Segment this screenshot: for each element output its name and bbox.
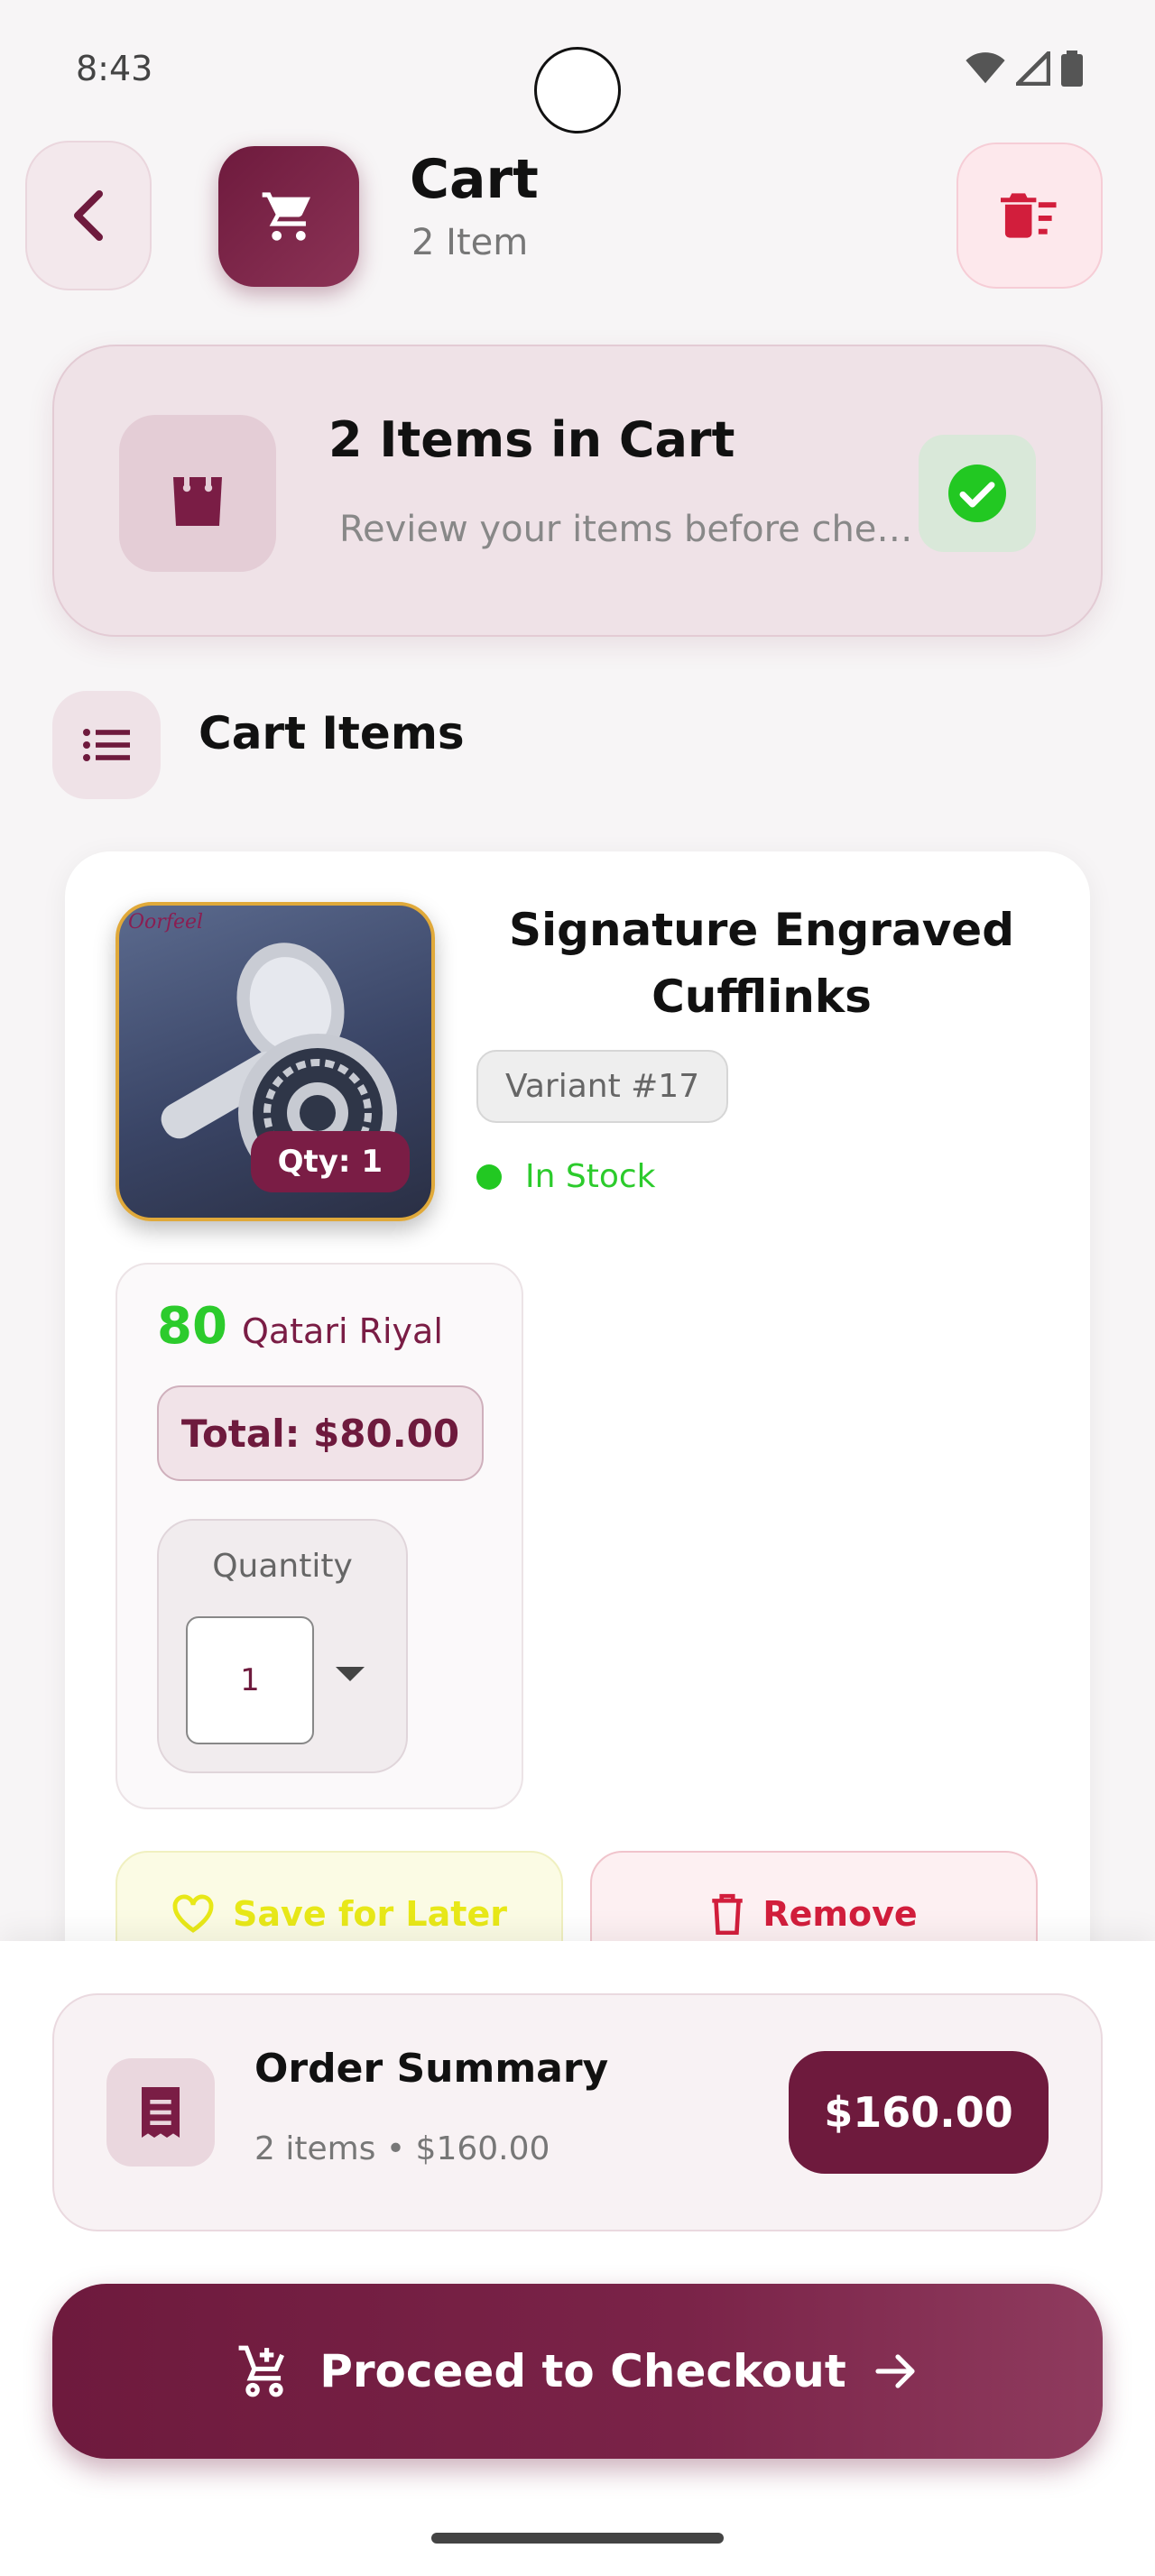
quantity-control: Quantity 1 [157, 1519, 408, 1773]
image-brand-watermark: Oorfeel [128, 911, 204, 934]
quantity-select[interactable]: 1 [186, 1616, 314, 1744]
page-subtitle: 2 Item [411, 222, 529, 263]
qty-badge: Qty: 1 [250, 1131, 410, 1192]
receipt-icon [142, 2087, 180, 2138]
arrow-right-icon [875, 2354, 915, 2388]
remove-label: Remove [762, 1894, 918, 1934]
dropdown-arrow-icon[interactable] [336, 1667, 365, 1681]
list-icon [83, 729, 130, 761]
cart-item-card: Oorfeel Qty: 1 Signature Engraved Cuffli… [65, 851, 1090, 2024]
stock-dot [476, 1164, 502, 1190]
currency-label: Qatari Riyal [241, 1311, 443, 1351]
status-bar: 8:43 [0, 0, 1155, 135]
signal-icon [1016, 51, 1050, 86]
page-title: Cart [410, 148, 539, 211]
checkout-label: Proceed to Checkout [319, 2345, 846, 2397]
shopping-cart-icon [262, 192, 310, 241]
list-badge [52, 691, 161, 799]
check-circle-icon [948, 465, 1006, 522]
banner-title: 2 Items in Cart [328, 411, 735, 468]
status-time: 8:43 [76, 49, 153, 88]
order-total-badge: $160.00 [789, 2051, 1049, 2174]
product-name[interactable]: Signature Engraved Cufflinks [473, 897, 1050, 1030]
proceed-to-checkout-button[interactable]: Proceed to Checkout [52, 2284, 1103, 2459]
receipt-badge [106, 2058, 215, 2167]
check-badge [919, 435, 1036, 552]
bag-badge [119, 415, 276, 572]
product-image[interactable]: Oorfeel Qty: 1 [116, 902, 435, 1221]
shopping-bag-icon [173, 461, 222, 526]
back-button[interactable] [25, 141, 152, 290]
app-header: Cart 2 Item [0, 135, 1155, 298]
chevron-left-icon [74, 190, 103, 241]
add-shopping-cart-icon [238, 2345, 285, 2397]
stock-status: In Stock [476, 1158, 656, 1195]
section-title: Cart Items [199, 707, 465, 759]
order-summary-title: Order Summary [254, 2046, 609, 2092]
price-row: 80 Qatari Riyal [157, 1297, 443, 1356]
quantity-label: Quantity [212, 1548, 353, 1585]
order-summary-subtitle: 2 items • $160.00 [254, 2130, 550, 2167]
line-total: Total: $80.00 [157, 1385, 484, 1481]
battery-icon [1061, 51, 1083, 87]
system-icons [966, 51, 1083, 87]
banner-subtitle: Review your items before checkout [339, 509, 917, 550]
delete-sweep-icon [1001, 193, 1057, 238]
checkout-sheet: Order Summary 2 items • $160.00 $160.00 … [0, 1941, 1155, 2576]
trash-icon [712, 1893, 744, 1935]
unit-price: 80 [157, 1297, 227, 1356]
stock-label: In Stock [525, 1158, 656, 1195]
camera-cutout [534, 47, 621, 133]
home-indicator[interactable] [431, 2533, 724, 2544]
wifi-icon [966, 52, 1005, 84]
cart-summary-banner: 2 Items in Cart Review your items before… [52, 345, 1103, 637]
variant-chip: Variant #17 [476, 1050, 729, 1123]
cart-badge [218, 146, 359, 287]
clear-cart-button[interactable] [956, 143, 1103, 289]
heart-icon [172, 1894, 214, 1933]
price-panel: 80 Qatari Riyal Total: $80.00 Quantity 1 [116, 1263, 523, 1809]
save-for-later-label: Save for Later [233, 1894, 507, 1934]
order-summary-card: Order Summary 2 items • $160.00 $160.00 [52, 1993, 1103, 2231]
